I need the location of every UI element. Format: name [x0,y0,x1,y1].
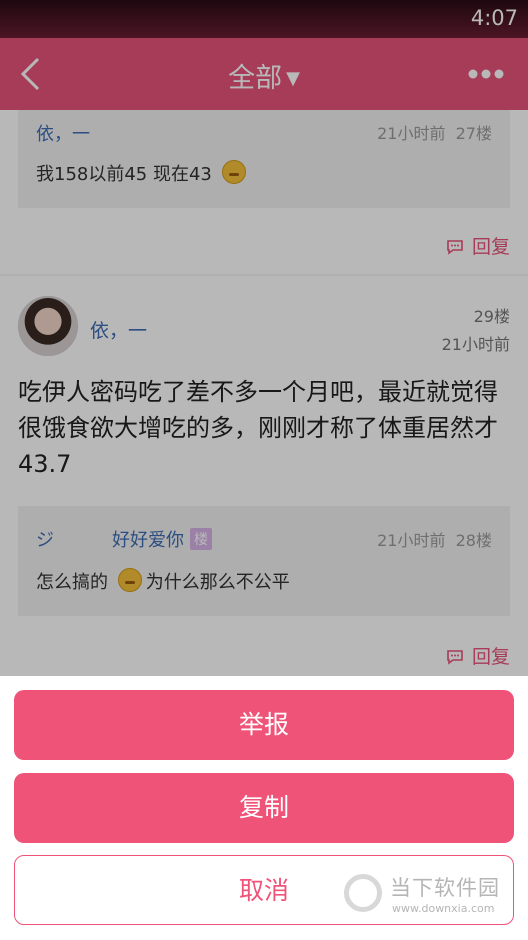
watermark: 当下软件园 www.downxia.com [344,870,514,926]
watermark-name: 当下软件园 [390,876,500,900]
report-button[interactable]: 举报 [14,690,514,760]
watermark-url: www.downxia.com [392,902,495,915]
watermark-logo-icon [344,874,382,912]
modal-overlay[interactable] [0,0,528,676]
copy-button[interactable]: 复制 [14,773,514,843]
